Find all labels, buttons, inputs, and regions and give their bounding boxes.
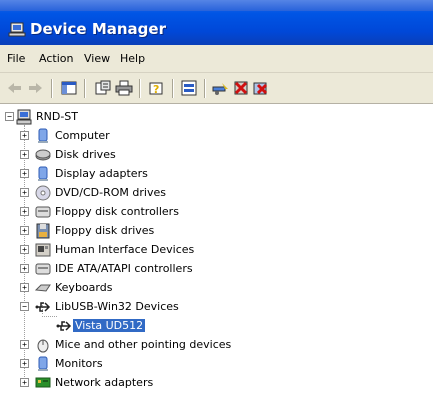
floppy-drive-icon xyxy=(35,223,51,239)
device-view-icon[interactable] xyxy=(180,80,198,96)
title-bar-top-strip xyxy=(0,0,433,11)
toolbar-separator xyxy=(84,79,86,98)
tree-item-vista-ud512[interactable]: Vista UD512 xyxy=(0,317,300,335)
disable-icon[interactable] xyxy=(252,80,270,96)
console-tree-icon[interactable] xyxy=(60,80,78,96)
expand-toggle[interactable]: + xyxy=(20,131,29,140)
tree-item-disk-drives[interactable]: + Disk drives xyxy=(0,146,300,164)
tree-item-label: Keyboards xyxy=(55,281,113,294)
print-icon[interactable] xyxy=(115,80,133,96)
help-icon[interactable]: ? xyxy=(148,80,166,96)
expand-toggle[interactable]: + xyxy=(20,226,29,235)
properties-icon[interactable] xyxy=(94,80,112,96)
display-adapter-icon xyxy=(35,166,51,182)
disk-drive-icon xyxy=(35,147,51,163)
tree-item-label: DVD/CD-ROM drives xyxy=(55,186,166,199)
collapse-toggle[interactable]: − xyxy=(5,112,14,121)
tree-item-label: Vista UD512 xyxy=(73,319,146,332)
scan-hardware-icon[interactable] xyxy=(212,80,230,96)
monitor-icon xyxy=(35,356,51,372)
tree-item-keyboards[interactable]: + Keyboards xyxy=(0,279,300,297)
computer-icon xyxy=(35,128,51,144)
expand-toggle[interactable]: + xyxy=(20,188,29,197)
tree-item-network-adapters[interactable]: + Network adapters xyxy=(0,374,300,392)
expand-toggle[interactable]: + xyxy=(20,359,29,368)
tree-item-label: LibUSB-Win32 Devices xyxy=(55,300,179,313)
uninstall-icon[interactable] xyxy=(232,80,250,96)
tree-item-floppy-drives[interactable]: + Floppy disk drives xyxy=(0,222,300,240)
title-bar[interactable]: Device Manager xyxy=(0,0,433,45)
toolbar-separator xyxy=(51,79,53,98)
hid-icon xyxy=(35,242,51,258)
collapse-toggle[interactable]: − xyxy=(20,302,29,311)
tree-root-label: RND-ST xyxy=(36,110,79,123)
expand-toggle[interactable]: + xyxy=(20,264,29,273)
menu-action[interactable]: Action xyxy=(39,52,73,65)
tree-item-display-adapters[interactable]: + Display adapters xyxy=(0,165,300,183)
expand-toggle[interactable]: + xyxy=(20,150,29,159)
floppy-controller-icon xyxy=(35,204,51,220)
menu-file[interactable]: File xyxy=(7,52,25,65)
tree-item-label: Human Interface Devices xyxy=(55,243,195,256)
usb-icon xyxy=(56,318,72,334)
tree-item-monitors[interactable]: + Monitors xyxy=(0,355,300,373)
tree-item-label: Floppy disk drives xyxy=(55,224,155,237)
back-arrow-icon[interactable] xyxy=(6,80,24,96)
expand-toggle[interactable]: + xyxy=(20,245,29,254)
tree-item-human-interface-devices[interactable]: + Human Interface Devices xyxy=(0,241,300,259)
device-tree[interactable]: − RND-ST + Computer + Disk drives + Disp… xyxy=(0,104,433,389)
network-adapter-icon xyxy=(35,375,51,391)
menu-help[interactable]: Help xyxy=(120,52,145,65)
mouse-icon xyxy=(35,337,51,353)
window-title: Device Manager xyxy=(30,20,166,38)
menu-view[interactable]: View xyxy=(84,52,110,65)
expand-toggle[interactable]: + xyxy=(20,283,29,292)
device-manager-icon xyxy=(8,22,26,38)
toolbar-separator xyxy=(172,79,174,98)
tree-item-label: Floppy disk controllers xyxy=(55,205,179,218)
tree-item-label: Monitors xyxy=(55,357,103,370)
tree-item-label: IDE ATA/ATAPI controllers xyxy=(55,262,193,275)
forward-arrow-icon[interactable] xyxy=(26,80,44,96)
tree-item-floppy-controllers[interactable]: + Floppy disk controllers xyxy=(0,203,300,221)
expand-toggle[interactable]: + xyxy=(20,169,29,178)
tree-item-mice[interactable]: + Mice and other pointing devices xyxy=(0,336,300,354)
tree-item-dvd-cdrom-drives[interactable]: + DVD/CD-ROM drives xyxy=(0,184,300,202)
usb-icon xyxy=(35,299,51,315)
toolbar: ? xyxy=(0,73,433,104)
svg-text:?: ? xyxy=(153,83,159,96)
tree-item-label: Network adapters xyxy=(55,376,154,389)
expand-toggle[interactable]: + xyxy=(20,340,29,349)
expand-toggle[interactable]: + xyxy=(20,207,29,216)
keyboard-icon xyxy=(34,280,51,296)
toolbar-separator xyxy=(139,79,141,98)
ide-controller-icon xyxy=(35,261,51,277)
tree-item-label: Disk drives xyxy=(55,148,116,161)
tree-item-label: Computer xyxy=(55,129,110,142)
tree-item-computer[interactable]: + Computer xyxy=(0,127,300,145)
tree-item-ide-controllers[interactable]: + IDE ATA/ATAPI controllers xyxy=(0,260,300,278)
cdrom-icon xyxy=(35,185,51,201)
tree-item-label: Mice and other pointing devices xyxy=(55,338,232,351)
toolbar-separator xyxy=(204,79,206,98)
tree-item-libusb-devices[interactable]: − LibUSB-Win32 Devices xyxy=(0,298,300,316)
computer-icon xyxy=(16,109,32,125)
tree-root[interactable]: − RND-ST xyxy=(0,108,300,126)
tree-item-label: Display adapters xyxy=(55,167,148,180)
menu-bar: File Action View Help xyxy=(0,45,433,73)
